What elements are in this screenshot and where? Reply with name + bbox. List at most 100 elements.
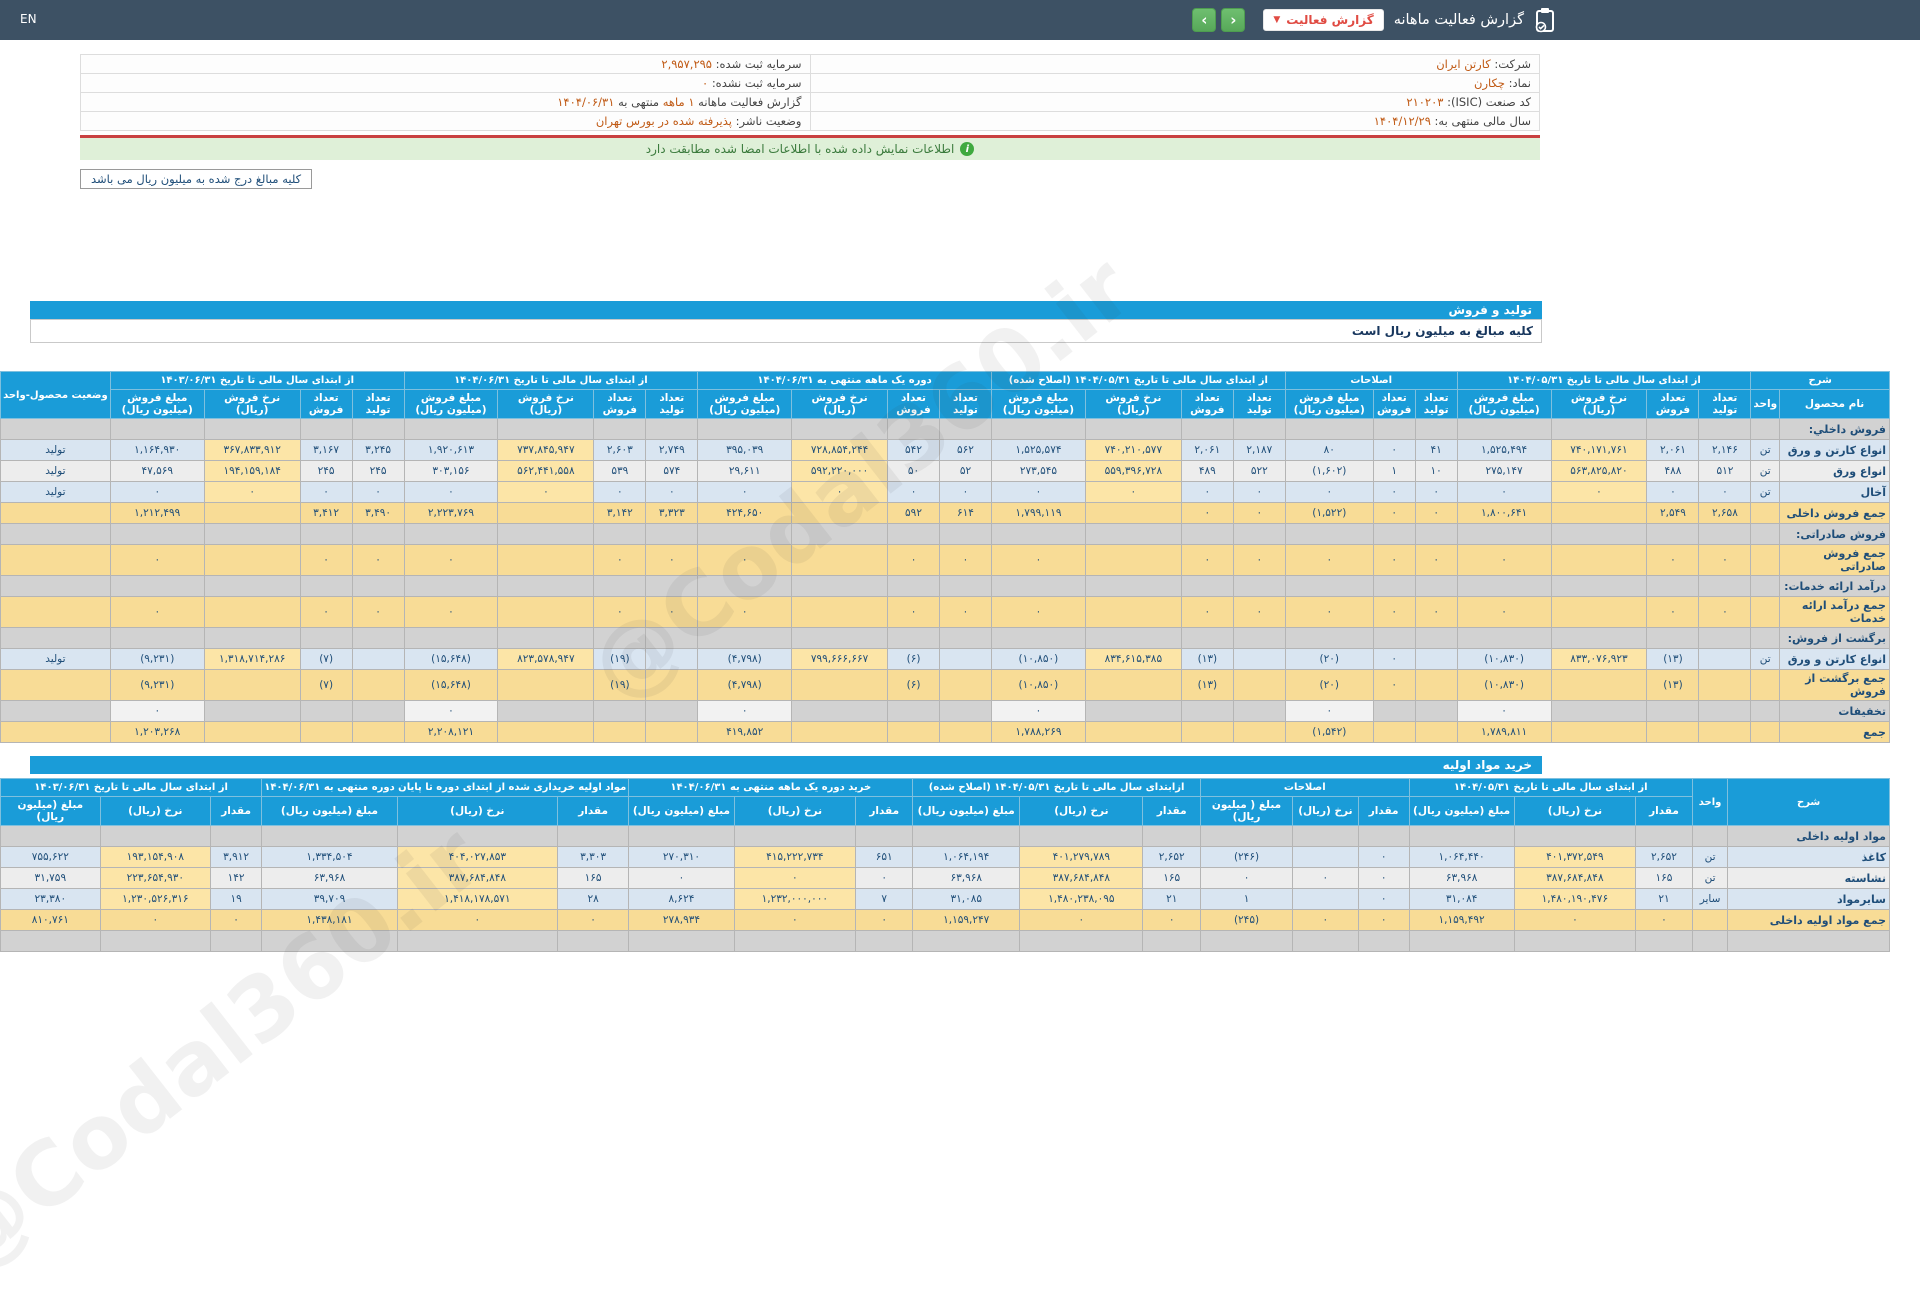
data-cell: ۰ xyxy=(1699,597,1751,628)
data-cell xyxy=(1,722,111,743)
data-cell: ۰ xyxy=(1020,910,1143,931)
table-row: جمع فروش صادراتی۰۰۰۰۰۰۰۰۰۰۰۰۰۰۰۰۰۰ xyxy=(1,545,1890,576)
column-header: مبلغ فروش (میلیون ریال) xyxy=(991,390,1085,419)
data-cell xyxy=(1692,826,1727,847)
clipboard-report-icon xyxy=(1534,7,1556,33)
data-cell: ۰ xyxy=(1285,701,1373,722)
data-cell: ۰ xyxy=(1457,545,1551,576)
data-cell xyxy=(1085,503,1181,524)
data-cell: ۰ xyxy=(734,868,856,889)
field-label: سرمایه ثبت نشده: xyxy=(712,76,802,90)
data-cell: ۸۲۳,۵۷۸,۹۴۷ xyxy=(498,649,594,670)
data-cell xyxy=(1292,826,1358,847)
data-cell: ۲,۶۵۸ xyxy=(1699,503,1751,524)
field-label: سرمایه ثبت شده: xyxy=(716,57,802,71)
data-cell: ۰ xyxy=(1373,482,1415,503)
data-cell xyxy=(792,576,888,597)
data-cell: ۱,۷۹۹,۱۱۹ xyxy=(991,503,1085,524)
data-cell xyxy=(404,576,498,597)
data-cell xyxy=(1699,649,1751,670)
section-title: خرید مواد اولیه xyxy=(1443,758,1532,772)
previous-report-button[interactable]: ‹ xyxy=(1192,8,1216,32)
data-cell xyxy=(498,419,594,440)
data-cell xyxy=(1647,722,1699,743)
data-cell: ۰ xyxy=(404,597,498,628)
data-cell: ۰ xyxy=(352,545,404,576)
data-cell xyxy=(1,419,111,440)
data-cell xyxy=(352,524,404,545)
data-cell: ۰ xyxy=(1373,670,1415,701)
data-cell xyxy=(1636,931,1693,952)
data-cell xyxy=(1358,931,1409,952)
data-cell: ۱۶۵ xyxy=(1143,868,1201,889)
column-header: تعداد تولید xyxy=(646,390,698,419)
data-cell xyxy=(1085,545,1181,576)
report-header-cluster: گزارش فعالیت ماهانه گزارش فعالیت ▼ ‹ › xyxy=(1192,0,1556,40)
next-report-button[interactable]: › xyxy=(1221,8,1245,32)
data-cell: ۲,۱۸۷ xyxy=(1233,440,1285,461)
data-cell xyxy=(939,649,991,670)
data-cell xyxy=(792,701,888,722)
column-header: نرخ فروش (ریال) xyxy=(1085,390,1181,419)
data-cell: ۰ xyxy=(698,701,792,722)
info-row: شرکت: کارتن ایران سرمایه ثبت شده: ۲,۹۵۷,… xyxy=(81,55,1540,74)
data-cell: ۲,۰۶۱ xyxy=(1181,440,1233,461)
data-cell xyxy=(1457,576,1551,597)
section-row: فروش صادراتی: xyxy=(1,524,1890,545)
data-cell: ۱,۴۱۸,۱۷۸,۵۷۱ xyxy=(397,889,557,910)
data-cell: ۰ xyxy=(1233,503,1285,524)
data-cell: ۰ xyxy=(204,482,300,503)
column-group-header: شرح xyxy=(1728,779,1890,826)
data-cell xyxy=(204,503,300,524)
data-cell: ۰ xyxy=(1647,482,1699,503)
field-value: ۱۴۰۴/۰۶/۳۱ xyxy=(557,95,614,109)
column-header: تعداد تولید xyxy=(939,390,991,419)
data-cell xyxy=(352,628,404,649)
data-cell: ۰ xyxy=(1373,649,1415,670)
data-cell xyxy=(1233,419,1285,440)
data-cell: ۰ xyxy=(300,482,352,503)
data-cell: ۰ xyxy=(1415,597,1457,628)
data-cell xyxy=(262,826,398,847)
data-cell xyxy=(204,628,300,649)
data-cell xyxy=(498,701,594,722)
data-cell: ۰ xyxy=(1373,545,1415,576)
column-header: مقدار xyxy=(1358,797,1409,826)
row-label-cell: برگشت از فروش: xyxy=(1780,628,1890,649)
column-header: تعداد فروش xyxy=(888,390,940,419)
data-cell xyxy=(1751,419,1780,440)
data-cell: (۱۳) xyxy=(1181,670,1233,701)
data-cell: (۴,۷۹۸) xyxy=(698,670,792,701)
language-toggle-en[interactable]: EN xyxy=(20,12,37,26)
data-cell xyxy=(1292,847,1358,868)
data-cell xyxy=(856,931,913,952)
data-cell xyxy=(1647,701,1699,722)
data-cell: ۲,۷۴۹ xyxy=(646,440,698,461)
field-label: وضعیت ناشر: xyxy=(736,114,802,128)
data-cell: ۷ xyxy=(856,889,913,910)
data-cell: ۰ xyxy=(300,545,352,576)
data-cell: ۰ xyxy=(1233,597,1285,628)
data-cell: (۷) xyxy=(300,670,352,701)
data-cell: ۱,۲۳۲,۰۰۰,۰۰۰ xyxy=(734,889,856,910)
data-cell: (۱۳) xyxy=(1181,649,1233,670)
data-cell xyxy=(1285,576,1373,597)
data-cell xyxy=(1415,628,1457,649)
table-row: تخفیفات۰۰۰۰۰۰ xyxy=(1,701,1890,722)
column-header: تعداد تولید xyxy=(1699,390,1751,419)
data-cell xyxy=(1551,503,1647,524)
data-cell xyxy=(792,670,888,701)
data-cell: (۱,۶۰۲) xyxy=(1285,461,1373,482)
data-cell: ۱,۱۵۹,۴۹۲ xyxy=(1409,910,1514,931)
report-type-dropdown[interactable]: گزارش فعالیت ▼ xyxy=(1263,9,1383,31)
data-cell xyxy=(792,545,888,576)
data-cell xyxy=(1373,576,1415,597)
isic-code-field: کد صنعت (ISIC): ۲۱۰۲۰۳ xyxy=(810,93,1540,112)
amounts-in-million-rial-note: کلیه مبالغ درج شده به میلیون ریال می باش… xyxy=(80,169,312,189)
data-cell: ۵۱۲ xyxy=(1699,461,1751,482)
row-label-cell: جمع مواد اولیه داخلی xyxy=(1728,910,1890,931)
data-cell xyxy=(498,576,594,597)
data-cell xyxy=(110,628,204,649)
data-cell xyxy=(204,597,300,628)
data-cell xyxy=(646,670,698,701)
